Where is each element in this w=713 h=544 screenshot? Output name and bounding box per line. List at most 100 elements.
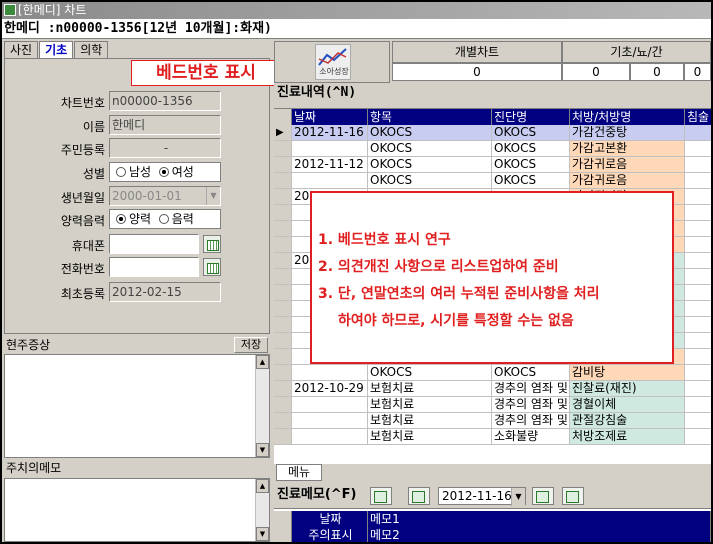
table-row[interactable]: ▶ 2012-11-16 OKOCS OKOCS 가감건중탕 bbox=[274, 125, 711, 141]
doctor-memo-textarea[interactable]: ▲ ▼ bbox=[4, 478, 270, 542]
cell-acupuncture bbox=[685, 333, 711, 349]
row-indicator bbox=[274, 173, 292, 189]
scroll-up-icon[interactable]: ▲ bbox=[256, 355, 269, 369]
scrollbar[interactable]: ▲ ▼ bbox=[255, 479, 269, 541]
row-indicator bbox=[274, 413, 292, 429]
row-indicator bbox=[274, 141, 292, 157]
col-acupuncture[interactable]: 침술 bbox=[685, 109, 711, 125]
name-field[interactable]: 한메디 bbox=[109, 115, 221, 135]
table-row[interactable]: 2012-11-12 OKOCS OKOCS 가감귀로음 bbox=[274, 157, 711, 173]
calendar-radio-group: 양력 음력 bbox=[109, 209, 221, 229]
table-row[interactable]: OKOCS OKOCS 가감귀로음 bbox=[274, 173, 711, 189]
sex-label: 성별 bbox=[82, 167, 105, 181]
scroll-down-icon[interactable]: ▼ bbox=[256, 527, 269, 541]
row-indicator bbox=[274, 189, 292, 205]
cell-diagnosis: 소화불량 bbox=[492, 429, 570, 445]
cell-item: OKOCS bbox=[368, 173, 492, 189]
first-visit-label: 최초등록 bbox=[60, 287, 105, 301]
calendar-icon[interactable] bbox=[203, 258, 221, 276]
memo-row[interactable]: 주의표시 메모2 bbox=[274, 527, 711, 542]
tab-photo[interactable]: 사진 bbox=[4, 41, 39, 58]
row-indicator bbox=[274, 157, 292, 173]
cell-date bbox=[292, 429, 368, 445]
cell-date: 2012-11-12 bbox=[292, 157, 368, 173]
new-memo-icon[interactable] bbox=[532, 487, 554, 505]
growth-chart-button[interactable]: 소아성장 bbox=[315, 44, 351, 80]
cell-prescription: 가감건중탕 bbox=[570, 125, 685, 141]
memo-date-select[interactable]: 2012-11-16 ▼ bbox=[438, 487, 526, 506]
row-handle bbox=[274, 527, 292, 542]
cell-acupuncture bbox=[685, 317, 711, 333]
table-row[interactable]: OKOCS OKOCS 감비탕 bbox=[274, 365, 711, 381]
scroll-up-icon[interactable]: ▲ bbox=[256, 479, 269, 493]
cell-acupuncture bbox=[685, 125, 711, 141]
cell-acupuncture bbox=[685, 189, 711, 205]
male-radio[interactable] bbox=[116, 167, 126, 177]
chart-no-field[interactable]: n00000-1356 bbox=[109, 91, 221, 111]
tab-medical[interactable]: 의학 bbox=[74, 41, 109, 58]
individual-chart-header[interactable]: 개별차트 bbox=[392, 41, 562, 63]
table-row[interactable]: 보험치료 경추의 염좌 및 관절강침술 bbox=[274, 413, 711, 429]
basic-urine-header[interactable]: 기초/뇨/간 bbox=[562, 41, 711, 63]
cell-item: 보험치료 bbox=[368, 413, 492, 429]
lunar-radio[interactable] bbox=[158, 214, 169, 224]
resident-field[interactable]: - bbox=[109, 138, 221, 158]
chevron-down-icon[interactable]: ▼ bbox=[511, 488, 525, 506]
window-title: [한메디] 차트 bbox=[18, 3, 87, 17]
col-diagnosis[interactable]: 진단명 bbox=[492, 109, 570, 125]
delete-memo-icon[interactable] bbox=[562, 487, 584, 505]
save-button[interactable]: 저장 bbox=[234, 337, 268, 353]
symptom-header: 현주증상 저장 bbox=[4, 337, 270, 354]
phone-label: 전화번호 bbox=[60, 262, 105, 276]
cell-acupuncture bbox=[685, 141, 711, 157]
memo-col-a: 주의표시 bbox=[292, 527, 368, 542]
row-indicator bbox=[274, 429, 292, 445]
bed-number-label: 베드번호 표시 bbox=[131, 60, 281, 86]
birth-label: 생년월일 bbox=[60, 191, 105, 205]
female-radio[interactable] bbox=[158, 167, 169, 177]
cell-item: OKOCS bbox=[368, 157, 492, 173]
memo-col-a: 날짜 bbox=[292, 511, 368, 527]
chevron-down-icon[interactable]: ▼ bbox=[206, 187, 220, 205]
col-item[interactable]: 항목 bbox=[368, 109, 492, 125]
scroll-down-icon[interactable]: ▼ bbox=[256, 443, 269, 457]
cell-acupuncture bbox=[685, 205, 711, 221]
tab-basic[interactable]: 기초 bbox=[39, 41, 74, 59]
cell-item: 보험치료 bbox=[368, 397, 492, 413]
col-prescription[interactable]: 처방/처방명 bbox=[570, 109, 685, 125]
cell-date: 2012-10-29 bbox=[292, 381, 368, 397]
name-label: 이름 bbox=[82, 120, 105, 134]
notice-line-3: 3. 단, 연말연초의 여러 누적된 준비사항을 처리 bbox=[318, 286, 600, 302]
notice-line-2: 2. 의견개진 사항으로 리스트업하여 준비 bbox=[318, 259, 559, 275]
solar-label: 양력 bbox=[129, 212, 152, 226]
cell-prescription: 처방조제료 bbox=[570, 429, 685, 445]
female-label: 여성 bbox=[171, 165, 194, 179]
resident-label: 주민등록 bbox=[60, 143, 105, 157]
table-row[interactable]: OKOCS OKOCS 가감고본환 bbox=[274, 141, 711, 157]
row-indicator bbox=[274, 365, 292, 381]
mobile-field[interactable] bbox=[109, 234, 199, 254]
patient-form: 차트번호 n00000-1356 이름 한메디 주민등록 - 성별 남성 여성 … bbox=[4, 58, 270, 334]
growth-chart-label: 소아성장 bbox=[319, 67, 349, 76]
cell-prescription: 관절강침술 bbox=[570, 413, 685, 429]
first-visit-field[interactable]: 2012-02-15 bbox=[109, 282, 221, 302]
calendar-icon[interactable] bbox=[203, 235, 221, 253]
scrollbar[interactable]: ▲ ▼ bbox=[255, 355, 269, 457]
add-memo-icon[interactable] bbox=[370, 487, 392, 505]
edit-memo-icon[interactable] bbox=[408, 487, 430, 505]
col-date[interactable]: 날짜 bbox=[292, 109, 368, 125]
solar-radio[interactable] bbox=[116, 214, 126, 224]
notice-line-1: 1. 베드번호 표시 연구 bbox=[318, 232, 451, 248]
menu-tab[interactable]: 메뉴 bbox=[276, 464, 322, 481]
memo-row[interactable]: 날짜 메모1 bbox=[274, 511, 711, 527]
basic-value-1: 0 bbox=[562, 63, 630, 81]
history-title: 진료내역(^N) bbox=[277, 85, 357, 100]
phone-field[interactable] bbox=[109, 257, 199, 277]
table-row[interactable]: 2012-10-29 보험치료 경추의 염좌 및 진찰료(재진) bbox=[274, 381, 711, 397]
birth-field[interactable]: 2000-01-01 ▼ bbox=[109, 186, 221, 206]
table-row[interactable]: 보험치료 소화불량 처방조제료 bbox=[274, 429, 711, 445]
cell-acupuncture bbox=[685, 173, 711, 189]
table-row[interactable]: 보험치료 경추의 염좌 및 경혈이체 bbox=[274, 397, 711, 413]
symptom-textarea[interactable]: ▲ ▼ bbox=[4, 354, 270, 458]
chart-toolbar: 소아성장 bbox=[274, 41, 390, 83]
